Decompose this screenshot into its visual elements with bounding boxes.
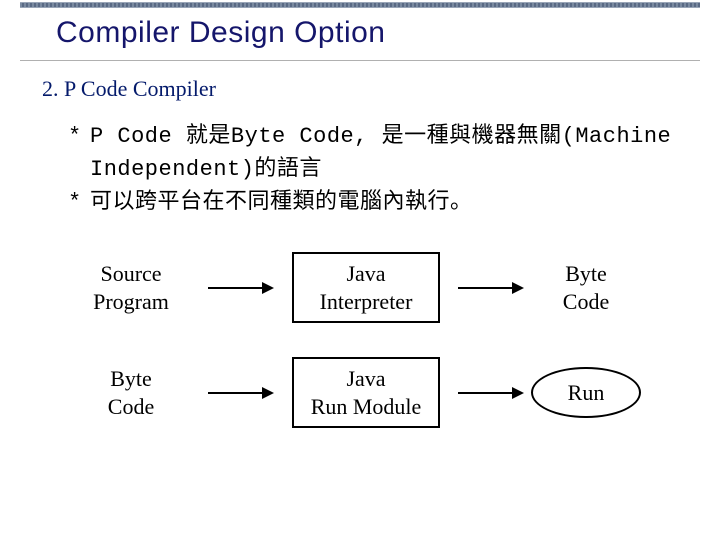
- arrow-icon: [206, 383, 276, 403]
- slide-title: Compiler Design Option: [56, 16, 385, 50]
- node-run: Run: [531, 367, 641, 419]
- node-line: Interpreter: [308, 288, 424, 316]
- node-line: Byte: [81, 365, 181, 393]
- node-source-program: Source Program: [81, 260, 181, 315]
- node-line: Code: [81, 393, 181, 421]
- bullet-item: * P Code 就是Byte Code, 是一種與機器無關(Machine I…: [68, 120, 672, 186]
- node-line: Program: [81, 288, 181, 316]
- node-line: Java: [308, 365, 424, 393]
- node-java-interpreter: Java Interpreter: [292, 252, 440, 323]
- diagram-row-1: Source Program Java Interpreter Byte: [56, 252, 680, 323]
- bullet-text: P Code 就是Byte Code, 是一種與機器無關(Machine Ind…: [90, 120, 672, 186]
- bullet-marker: *: [68, 186, 90, 219]
- node-line: Byte: [536, 260, 636, 288]
- flow-diagram: Source Program Java Interpreter Byte: [56, 252, 680, 462]
- diagram-row-2: Byte Code Java Run Module Run: [56, 357, 680, 428]
- node-line: Java: [308, 260, 424, 288]
- node-line: Code: [536, 288, 636, 316]
- title-underline: [20, 60, 700, 61]
- bullet-item: * 可以跨平台在不同種類的電腦內執行。: [68, 186, 672, 219]
- arrow-icon: [456, 383, 526, 403]
- decorative-top-border: [20, 2, 700, 8]
- arrow-icon: [456, 278, 526, 298]
- bullet-text: 可以跨平台在不同種類的電腦內執行。: [90, 186, 473, 219]
- arrow-icon: [206, 278, 276, 298]
- node-line: Source: [81, 260, 181, 288]
- bullet-list: * P Code 就是Byte Code, 是一種與機器無關(Machine I…: [68, 120, 672, 219]
- bullet-marker: *: [68, 120, 90, 153]
- node-byte-code-in: Byte Code: [81, 365, 181, 420]
- node-java-run-module: Java Run Module: [292, 357, 440, 428]
- node-line: Run Module: [308, 393, 424, 421]
- node-byte-code-out: Byte Code: [536, 260, 636, 315]
- section-subtitle: 2. P Code Compiler: [42, 76, 216, 102]
